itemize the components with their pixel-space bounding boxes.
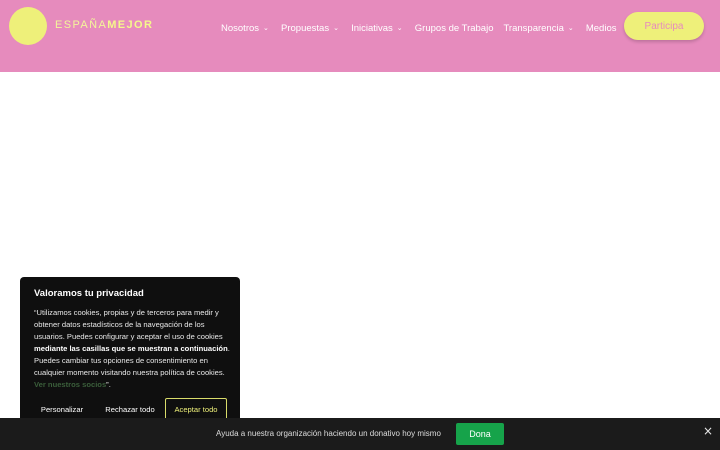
nav-item-label: Medios: [585, 23, 617, 34]
donate-button[interactable]: Dona: [456, 423, 504, 445]
nav-item-iniciativas[interactable]: Iniciativas ⌄: [351, 23, 405, 34]
nav-item-propuestas[interactable]: Propuestas ⌄: [281, 23, 341, 34]
chevron-down-icon: ⌄: [333, 24, 339, 32]
nav-item-label: Iniciativas: [351, 23, 393, 34]
close-icon[interactable]: ×: [701, 424, 715, 438]
nav-item-nosotros[interactable]: Nosotros ⌄: [221, 23, 271, 34]
nav-item-label: Nosotros: [221, 23, 260, 34]
partners-link[interactable]: Ver nuestros socios: [34, 380, 106, 389]
logo-text-part1: ESPAÑA: [55, 19, 108, 31]
site-header: ESPAÑAMEJOR Nosotros ⌄ Propuestas ⌄ Inic…: [0, 0, 720, 72]
participa-button[interactable]: Participa: [624, 12, 704, 40]
accept-all-button[interactable]: Aceptar todo: [165, 398, 227, 420]
cookie-banner-text: “Utilizamos cookies, propias y de tercer…: [34, 307, 230, 391]
chevron-down-icon: ⌄: [396, 24, 403, 32]
chevron-down-icon: ⌄: [567, 24, 574, 32]
cookie-text-part1: “Utilizamos cookies, propias y de tercer…: [34, 308, 223, 341]
logo-text[interactable]: ESPAÑAMEJOR: [55, 19, 153, 31]
reject-all-button[interactable]: Rechazar todo: [100, 398, 160, 420]
chevron-down-icon: ⌄: [263, 24, 269, 32]
cookie-text-part3: ”.: [106, 380, 111, 389]
donation-bar: Ayuda a nuestra organización haciendo un…: [0, 418, 720, 450]
cookie-banner-title: Valoramos tu privacidad: [34, 288, 144, 299]
cookie-consent-banner: Valoramos tu privacidad “Utilizamos cook…: [20, 277, 240, 429]
nav-item-grupos-de-trabajo[interactable]: Grupos de Trabajo: [415, 23, 494, 34]
cookie-text-bold: mediante las casillas que se muestran a …: [34, 344, 228, 353]
main-nav: Nosotros ⌄ Propuestas ⌄ Iniciativas ⌄ Gr…: [221, 23, 616, 34]
nav-item-label: Grupos de Trabajo: [414, 23, 494, 34]
customize-button[interactable]: Personalizar: [34, 398, 90, 420]
nav-item-transparencia[interactable]: Transparencia ⌄: [503, 23, 575, 34]
logo-icon[interactable]: [9, 7, 47, 45]
nav-item-label: Propuestas: [281, 23, 330, 34]
logo-text-part2: MEJOR: [107, 19, 154, 31]
nav-item-label: Transparencia: [503, 23, 564, 34]
nav-item-medios[interactable]: Medios: [586, 23, 617, 34]
donation-message: Ayuda a nuestra organización haciendo un…: [216, 429, 441, 438]
